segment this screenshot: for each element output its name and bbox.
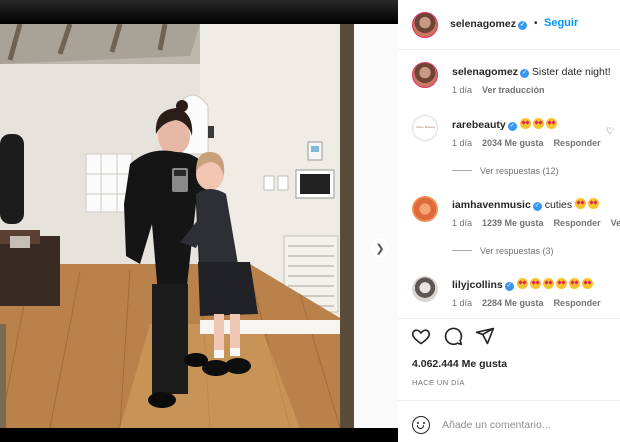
comment-text: rarebeauty ✓ — [452, 118, 559, 131]
comment-meta: 1 día 2284 Me gusta Responder — [452, 298, 601, 308]
star-struck-emoji-icon — [555, 278, 567, 289]
see-translation-link[interactable]: Ver traducción — [482, 85, 545, 95]
actions-divider — [398, 318, 620, 319]
star-struck-emoji-icon — [529, 278, 541, 289]
commenter-username[interactable]: lilyjcollins — [452, 279, 503, 291]
star-struck-emoji-icon — [542, 278, 554, 289]
star-struck-emoji-icon — [519, 118, 531, 129]
next-photo-button[interactable]: ❯ — [370, 238, 390, 258]
send-icon[interactable] — [475, 326, 495, 346]
verified-badge-icon: ✓ — [532, 202, 542, 211]
post-header: selenagomez ✓ • Seguir — [398, 0, 620, 50]
comment-input[interactable] — [442, 417, 612, 433]
verified-badge-icon: ✓ — [507, 122, 517, 131]
verified-badge-icon: ✓ — [517, 21, 527, 30]
star-struck-emoji-icon — [532, 118, 544, 129]
author-avatar[interactable] — [412, 12, 438, 38]
comment-text: lilyjcollins ✓ — [452, 278, 595, 291]
star-struck-emoji-icon — [545, 118, 557, 129]
caption-time[interactable]: 1 día — [452, 85, 472, 95]
emoji-icon[interactable] — [412, 416, 430, 434]
caption-avatar[interactable] — [412, 62, 438, 88]
heart-icon[interactable] — [411, 326, 431, 346]
caption: selenagomez ✓ Sister date night! — [452, 66, 611, 78]
reply-button[interactable]: Responder — [554, 218, 601, 228]
commenter-username[interactable]: rarebeauty — [452, 119, 506, 131]
commenter-avatar[interactable] — [412, 196, 438, 222]
verified-badge-icon: ✓ — [504, 282, 514, 291]
reply-button[interactable]: Responder — [554, 298, 601, 308]
separator-dot: • — [534, 18, 538, 29]
caption-meta: 1 día Ver traducción — [452, 85, 555, 95]
author-username[interactable]: selenagomez ✓ — [450, 18, 527, 30]
comment-like-heart-icon[interactable]: ♡ — [606, 126, 614, 137]
verified-badge-icon: ✓ — [519, 69, 529, 78]
commenter-avatar[interactable] — [412, 276, 438, 302]
caption-username[interactable]: selenagomez — [452, 66, 518, 78]
view-replies-button[interactable]: Ver respuestas (3) — [452, 246, 554, 256]
likes-count[interactable]: 4.062.444 Me gusta — [412, 358, 507, 370]
smiling-face-with-hearts-emoji-icon — [575, 198, 587, 209]
post-photo[interactable]: ❯ — [0, 24, 398, 428]
post-side-panel: selenagomez ✓ • Seguir selenagomez ✓ Siste… — [398, 0, 620, 442]
commenter-avatar[interactable]: Rare Beauty — [412, 115, 438, 141]
comment-text: iamhavenmusic ✓ cuties — [452, 198, 601, 211]
post-time[interactable]: HACE UN DÍA — [412, 378, 465, 387]
comment-icon[interactable] — [443, 326, 463, 346]
comment-meta: 1 día 2034 Me gusta Responder — [452, 138, 601, 148]
reply-button[interactable]: Responder — [554, 138, 601, 148]
instagram-post-modal: ❯ selenagomez ✓ • Seguir selenagomez ✓ Sis… — [0, 0, 620, 442]
star-struck-emoji-icon — [516, 278, 528, 289]
comment-meta: 1 día 1239 Me gusta Responder Ve — [452, 218, 620, 228]
follow-button[interactable]: Seguir — [544, 17, 578, 29]
star-struck-emoji-icon — [568, 278, 580, 289]
view-replies-button[interactable]: Ver respuestas (12) — [452, 166, 559, 176]
smiling-face-with-hearts-emoji-icon — [588, 198, 600, 209]
commenter-username[interactable]: iamhavenmusic — [452, 199, 531, 211]
post-image — [0, 24, 398, 428]
star-struck-emoji-icon — [581, 278, 593, 289]
chevron-right-icon: ❯ — [375, 242, 385, 255]
caption-text: Sister date night! — [531, 66, 611, 78]
